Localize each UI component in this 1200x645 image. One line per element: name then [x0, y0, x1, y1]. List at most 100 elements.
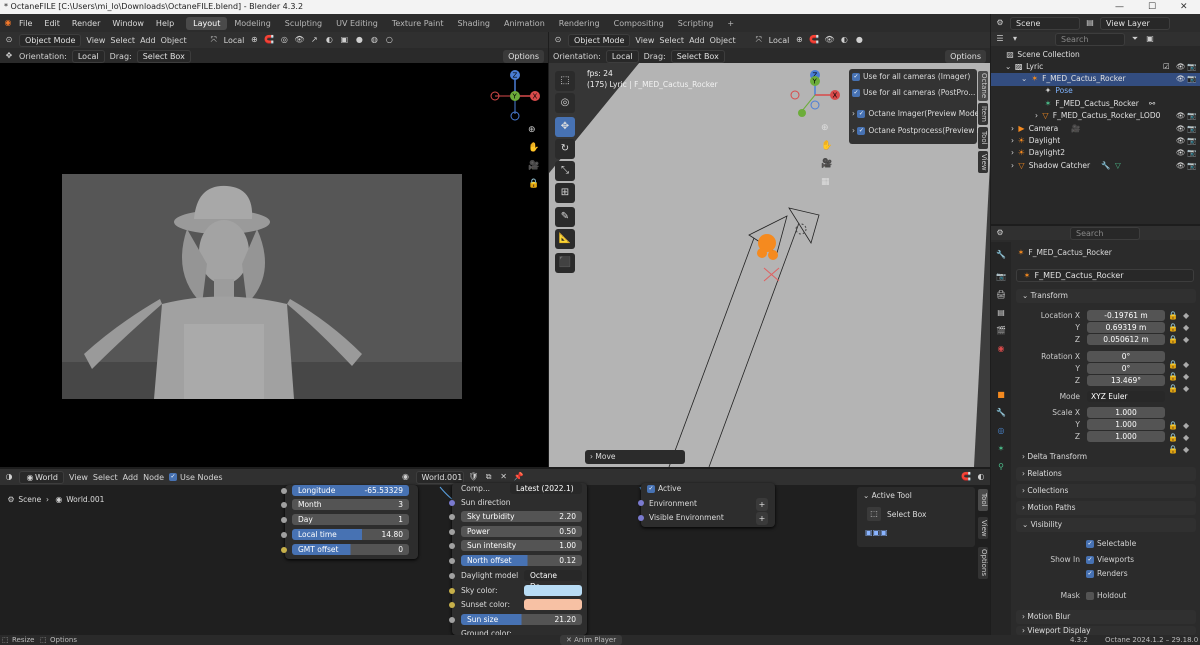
- tab-sculpting[interactable]: Sculpting: [278, 17, 329, 30]
- tab-scripting[interactable]: Scripting: [671, 17, 721, 30]
- daylight-environment-node[interactable]: Comp... Latest (2022.1) Sun direction Sk…: [452, 483, 587, 635]
- scale-x-field[interactable]: 1.000: [1087, 407, 1165, 418]
- zoom-icon[interactable]: ⊕: [821, 123, 829, 133]
- sun-position-node[interactable]: Longitude -65.53329 Month 3 Day 1 Local tim…: [285, 485, 418, 559]
- drag-dropdown[interactable]: Select Box: [136, 49, 191, 63]
- motion-paths-panel[interactable]: › Motion Paths: [1016, 501, 1196, 515]
- bone-tab-icon[interactable]: ⚲: [996, 462, 1006, 472]
- daylight-model-dropdown[interactable]: Octane Da...: [524, 570, 582, 591]
- tab-rendering[interactable]: Rendering: [552, 17, 607, 30]
- location-x-field[interactable]: -0.19761 m: [1087, 310, 1165, 321]
- transform-tool-icon[interactable]: ⊞: [555, 183, 575, 203]
- use-all-imager-checkbox[interactable]: ✓: [852, 73, 860, 81]
- data-tab-icon[interactable]: ✶: [996, 444, 1006, 454]
- blender-logo-icon[interactable]: ◉: [3, 18, 13, 28]
- transform-orientation-icon[interactable]: ⤧: [209, 35, 219, 45]
- octane-postprocess-panel[interactable]: › ✓ Octane Postprocess(Preview M: [852, 125, 983, 136]
- scale-y-field[interactable]: 1.000: [1087, 419, 1165, 430]
- menu-select[interactable]: Select: [659, 36, 684, 45]
- rotation-mode-dropdown[interactable]: XYZ Euler: [1087, 391, 1165, 402]
- node-editor[interactable]: ◑ ◉ World View Select Add Node ✓ Use Nodes…: [0, 469, 990, 635]
- socket-dot[interactable]: [449, 617, 455, 623]
- outliner-row[interactable]: ▨ Scene Collection: [991, 49, 1200, 62]
- scene-selector[interactable]: Scene: [1010, 16, 1080, 30]
- socket-dot[interactable]: [281, 547, 287, 553]
- socket-dot[interactable]: [281, 517, 287, 523]
- tab-view[interactable]: View: [978, 517, 988, 539]
- outliner-row[interactable]: › ☀ Daylight2 👁 📷: [991, 147, 1200, 160]
- zoom-icon[interactable]: ⊕: [528, 125, 536, 135]
- socket-dot[interactable]: [281, 502, 287, 508]
- socket-dot[interactable]: [449, 543, 455, 549]
- menu-object[interactable]: Object: [161, 36, 187, 45]
- anim-player-job[interactable]: ✕ Anim Player: [560, 635, 623, 645]
- transform-orientation-icon[interactable]: ⤧: [754, 35, 764, 45]
- shading-rendered-icon[interactable]: ○: [384, 35, 394, 45]
- new-collection-icon[interactable]: ▣: [1145, 34, 1155, 44]
- right-viewport-3d[interactable]: fps: 24 (175) Lyric | F_MED_Cactus_Rocke…: [549, 63, 990, 467]
- outliner-row-selected[interactable]: ⌄ ✶ F_MED_Cactus_Rocker 👁 📷: [991, 73, 1200, 86]
- drag-dropdown[interactable]: Select Box: [670, 49, 725, 63]
- menu-render[interactable]: Render: [66, 19, 106, 28]
- menu-help[interactable]: Help: [150, 19, 180, 28]
- select-tool-icon[interactable]: ⬚: [555, 71, 575, 91]
- scene-tab-icon[interactable]: 🎬: [996, 326, 1006, 336]
- sun-size-field[interactable]: Sun size 21.20: [461, 614, 582, 625]
- tab-modeling[interactable]: Modeling: [227, 17, 277, 30]
- pivot-icon[interactable]: ⊕: [794, 35, 804, 45]
- viewport-display-panel[interactable]: › Viewport Display: [1016, 626, 1196, 635]
- outliner-row[interactable]: › ☀ Daylight 👁 📷: [991, 135, 1200, 148]
- active-tool-title[interactable]: ⌄ Active Tool: [863, 490, 912, 501]
- pan-hand-icon[interactable]: ✋: [821, 141, 832, 151]
- snap-icon[interactable]: 🧲: [264, 35, 274, 45]
- world-output-node[interactable]: ✓ Active Environment + Visible Environmen…: [641, 483, 775, 527]
- comp-dropdown[interactable]: Latest (2022.1): [510, 483, 582, 494]
- object-name-field[interactable]: ✶ F_MED_Cactus_Rocker: [1016, 269, 1194, 282]
- socket-dot[interactable]: [281, 532, 287, 538]
- mode-selector[interactable]: Object Mode: [19, 33, 82, 47]
- menu-window[interactable]: Window: [106, 19, 150, 28]
- socket-dot[interactable]: [449, 588, 455, 594]
- socket-dot[interactable]: [449, 558, 455, 564]
- rotation-y-field[interactable]: 0°: [1087, 363, 1165, 374]
- maximize-icon[interactable]: ☐: [1148, 0, 1156, 14]
- perspective-grid-icon[interactable]: ▦: [821, 177, 830, 187]
- properties-search[interactable]: Search: [1070, 226, 1140, 240]
- filter-icon[interactable]: ⏷: [1130, 34, 1140, 44]
- scale-z-field[interactable]: 1.000: [1087, 431, 1165, 442]
- overlay-icon[interactable]: ◐: [839, 35, 849, 45]
- world-tab-icon[interactable]: ◉: [996, 344, 1006, 354]
- socket-dot[interactable]: [281, 488, 287, 494]
- outliner-row[interactable]: ✶ F_MED_Cactus_Rocker ⚯: [991, 98, 1200, 111]
- view-layer-selector[interactable]: View Layer: [1100, 16, 1170, 30]
- tab-animation[interactable]: Animation: [497, 17, 552, 30]
- selection-mode-icons[interactable]: ▣▣▣: [865, 528, 888, 537]
- add-visible-environment-button[interactable]: +: [756, 512, 768, 525]
- modifiers-tab-icon[interactable]: 🔧: [996, 408, 1006, 418]
- navigation-gizmo[interactable]: Z X Y: [488, 66, 548, 126]
- menu-object[interactable]: Object: [710, 36, 736, 45]
- local-time-field[interactable]: Local time 14.80: [292, 529, 409, 540]
- collections-panel[interactable]: › Collections: [1016, 484, 1196, 498]
- scale-tool-icon[interactable]: ⤡: [555, 161, 575, 181]
- viewports-row[interactable]: ✓ Viewports: [1086, 555, 1134, 564]
- location-y-field[interactable]: 0.69319 m: [1087, 322, 1165, 333]
- active-checkbox[interactable]: ✓: [647, 485, 655, 493]
- snap-icon[interactable]: 🧲: [809, 35, 819, 45]
- tab-uv-editing[interactable]: UV Editing: [329, 17, 385, 30]
- tab-options[interactable]: Options: [978, 547, 988, 579]
- socket-dot[interactable]: [449, 500, 455, 506]
- orientation-dropdown[interactable]: Local: [605, 49, 639, 63]
- day-field[interactable]: Day 1: [292, 514, 409, 525]
- rotation-z-field[interactable]: 13.469°: [1087, 375, 1165, 386]
- menu-file[interactable]: File: [13, 19, 38, 28]
- navigation-gizmo[interactable]: Z X Y: [785, 67, 845, 127]
- move-tool-icon[interactable]: ✥: [555, 117, 575, 137]
- render-tab-icon[interactable]: 📷: [996, 272, 1006, 282]
- tab-view[interactable]: View: [978, 151, 988, 173]
- outliner-row[interactable]: ✦ Pose: [991, 85, 1200, 98]
- tab-shading[interactable]: Shading: [450, 17, 497, 30]
- tab-compositing[interactable]: Compositing: [607, 17, 671, 30]
- socket-dot[interactable]: [449, 602, 455, 608]
- shading-solid-icon[interactable]: ●: [354, 35, 364, 45]
